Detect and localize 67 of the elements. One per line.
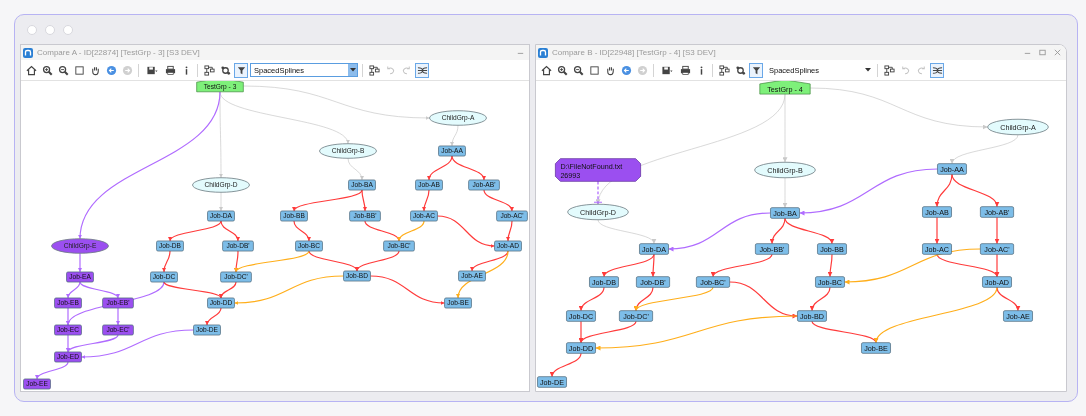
connector-arrow bbox=[506, 220, 513, 242]
compact-icon bbox=[416, 64, 428, 76]
print-icon bbox=[679, 64, 691, 76]
forward-icon bbox=[636, 64, 648, 76]
window-dot bbox=[45, 24, 55, 35]
layout-icon bbox=[203, 64, 215, 76]
select-icon bbox=[588, 64, 600, 76]
save-icon bbox=[145, 64, 159, 76]
compact-button[interactable] bbox=[930, 62, 944, 78]
arrange-icon bbox=[368, 64, 380, 76]
home-icon bbox=[25, 64, 37, 76]
back-icon bbox=[620, 64, 632, 76]
connector-arrow bbox=[810, 286, 831, 312]
redo-icon bbox=[915, 64, 927, 76]
pan-icon bbox=[604, 64, 616, 76]
connector-arrow bbox=[397, 220, 425, 242]
print-icon bbox=[164, 64, 176, 76]
connector-arrow bbox=[827, 253, 833, 278]
connector-arrow bbox=[579, 286, 605, 312]
connector-arrow bbox=[422, 189, 430, 212]
zoom-in-icon bbox=[41, 64, 53, 76]
home-icon bbox=[540, 64, 552, 76]
layout-icon bbox=[718, 64, 730, 76]
caret-icon bbox=[349, 68, 356, 72]
connector-arrow bbox=[427, 155, 453, 181]
window-dot bbox=[27, 24, 37, 35]
filter-button[interactable] bbox=[234, 62, 248, 78]
forward-icon bbox=[121, 64, 133, 76]
compact-button[interactable] bbox=[415, 62, 429, 78]
save-icon bbox=[660, 64, 674, 76]
zoom-out-icon bbox=[572, 64, 584, 76]
layout-button[interactable] bbox=[717, 62, 731, 78]
connector-arrow bbox=[550, 352, 582, 378]
connector-arrow bbox=[436, 215, 496, 248]
connector-arrow bbox=[36, 361, 69, 380]
arrange-button[interactable] bbox=[882, 62, 896, 78]
dashed-connector bbox=[593, 180, 603, 205]
layout-button[interactable] bbox=[202, 62, 216, 78]
window-title: Compare A - ID[22874] [TestGrp - 3] [S3 DEV] bbox=[37, 48, 200, 57]
connector-arrow bbox=[205, 307, 222, 326]
undo-icon bbox=[384, 64, 396, 76]
window-dot bbox=[63, 24, 73, 35]
redo-icon bbox=[400, 64, 412, 76]
filter-icon bbox=[750, 64, 762, 76]
undo-icon bbox=[899, 64, 911, 76]
compact-icon bbox=[931, 64, 943, 76]
connector-arrow bbox=[162, 250, 171, 273]
zoom-in-icon bbox=[556, 64, 568, 76]
arrange-icon bbox=[883, 64, 895, 76]
select-icon bbox=[73, 64, 85, 76]
filter-button[interactable] bbox=[749, 62, 763, 78]
back-icon bbox=[105, 64, 117, 76]
connector-arrow bbox=[78, 252, 82, 273]
cluster-icon bbox=[734, 64, 746, 76]
connector-arrow bbox=[483, 189, 514, 212]
connector-arrow bbox=[451, 155, 486, 181]
pan-icon bbox=[89, 64, 101, 76]
cluster-icon bbox=[219, 64, 231, 76]
window-title: Compare B - ID[22948] [TestGrp - 4] [S3 DEV] bbox=[552, 48, 716, 57]
connector-arrow bbox=[293, 220, 311, 242]
zoom-out-icon bbox=[57, 64, 69, 76]
arrange-button[interactable] bbox=[367, 62, 381, 78]
connector-arrow bbox=[364, 220, 400, 242]
filter-icon bbox=[235, 64, 247, 76]
connector-arrow bbox=[356, 250, 400, 272]
caret-icon bbox=[864, 68, 871, 72]
connector-arrow bbox=[994, 216, 1000, 245]
